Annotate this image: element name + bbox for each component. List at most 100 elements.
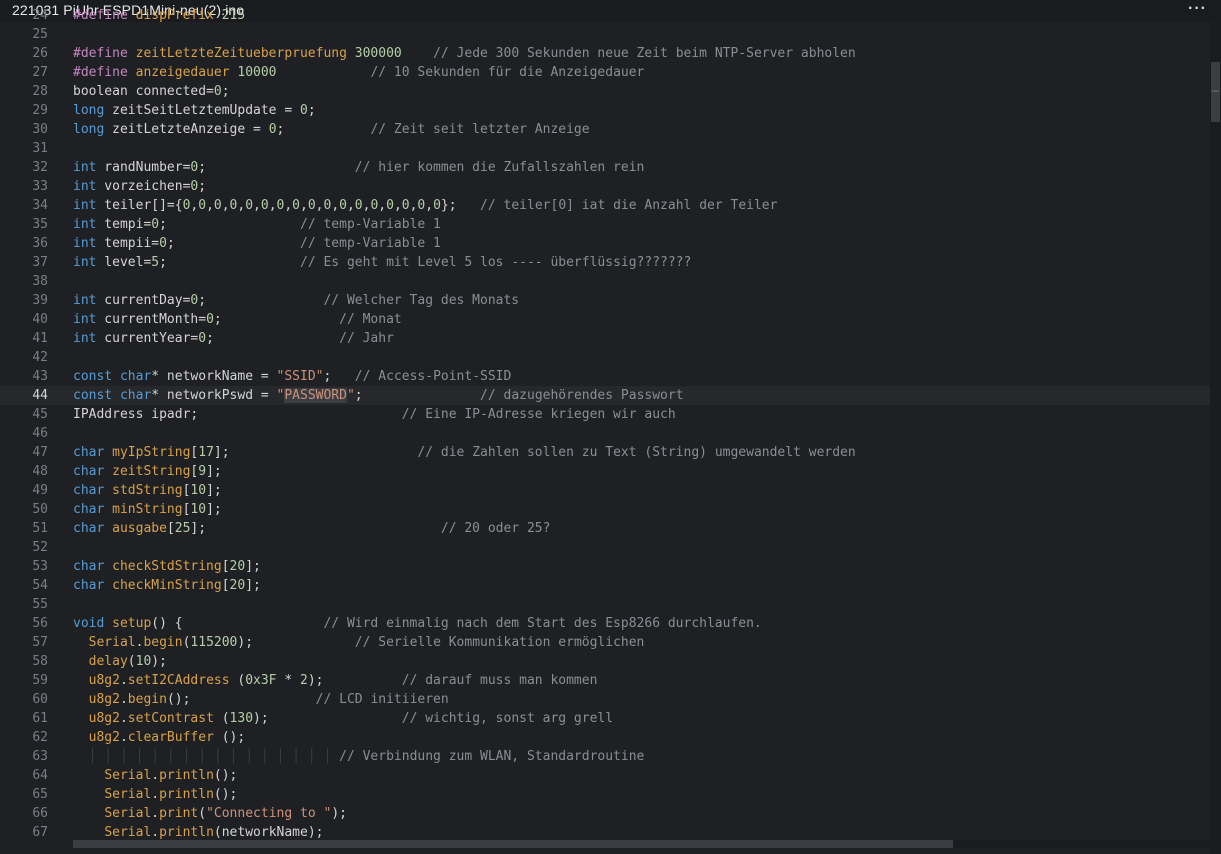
code-line[interactable]: 26 #define zeitLetzteZeitueberpruefung 30… (0, 44, 1210, 63)
vertical-scrollbar[interactable] (1210, 22, 1221, 854)
line-number: 53 (32, 559, 48, 574)
line-number: 49 (32, 483, 48, 498)
code-line[interactable]: 56 void setup() { // Wird einmalig nach d… (0, 614, 1210, 633)
code-line[interactable]: 53 char checkStdString[20]; (0, 557, 1210, 576)
code-text[interactable]: u8g2.begin(); // LCD initiieren (73, 690, 449, 709)
code-text[interactable]: delay(10); (73, 652, 167, 671)
code-text[interactable]: Serial.println(); (73, 785, 237, 804)
code-text[interactable]: boolean connected=0; (73, 82, 230, 101)
code-line[interactable]: 45 IPAddress ipadr; // Eine IP-Adresse kr… (0, 405, 1210, 424)
code-line[interactable]: 41 int currentYear=0; // Jahr (0, 329, 1210, 348)
code-text[interactable]: Serial.begin(115200); // Serielle Kommun… (73, 633, 645, 652)
code-text[interactable]: u8g2.setI2CAddress (0x3F * 2); // darauf… (73, 671, 598, 690)
code-text[interactable]: const char* networkPswd = "PASSWORD"; //… (73, 386, 684, 405)
code-line[interactable]: 37 int level=5; // Es geht mit Level 5 lo… (0, 253, 1210, 272)
code-text[interactable]: │ │ │ │ │ │ │ │ │ │ │ │ │ │ │ │ // Verbi… (73, 747, 645, 766)
code-line[interactable]: 32 int randNumber=0; // hier kommen die Z… (0, 158, 1210, 177)
code-line[interactable]: 58 delay(10); (0, 652, 1210, 671)
code-text[interactable]: IPAddress ipadr; // Eine IP-Adresse krie… (73, 405, 676, 424)
code-text[interactable]: int tempi=0; // temp-Variable 1 (73, 215, 441, 234)
code-line[interactable]: 36 int tempii=0; // temp-Variable 1 (0, 234, 1210, 253)
line-number: 46 (32, 426, 48, 441)
line-number: 38 (32, 274, 48, 289)
code-text[interactable]: Serial.print("Connecting to "); (73, 804, 347, 823)
code-line[interactable]: 60 u8g2.begin(); // LCD initiieren (0, 690, 1210, 709)
line-number: 67 (32, 825, 48, 840)
code-text[interactable]: int randNumber=0; // hier kommen die Zuf… (73, 158, 644, 177)
code-line[interactable]: 49 char stdString[10]; (0, 481, 1210, 500)
code-text[interactable]: char minString[10]; (73, 500, 222, 519)
code-text[interactable]: #define anzeigedauer 10000 // 10 Sekunde… (73, 63, 644, 82)
code-line[interactable]: 62 u8g2.clearBuffer (); (0, 728, 1210, 747)
code-line[interactable]: 64 Serial.println(); (0, 766, 1210, 785)
code-line[interactable]: 33 int vorzeichen=0; (0, 177, 1210, 196)
code-text[interactable]: const char* networkName = "SSID"; // Acc… (73, 367, 511, 386)
code-text[interactable]: int vorzeichen=0; (73, 177, 206, 196)
code-text[interactable]: #define dispPrefix 215 (73, 6, 245, 25)
code-text[interactable]: long zeitLetzteAnzeige = 0; // Zeit seit… (73, 120, 590, 139)
line-number: 42 (32, 350, 48, 365)
line-number: 58 (32, 654, 48, 669)
line-number: 25 (32, 27, 48, 42)
code-line[interactable]: 65 Serial.println(); (0, 785, 1210, 804)
line-number: 45 (32, 407, 48, 422)
vertical-scrollbar-thumb[interactable] (1211, 62, 1220, 122)
code-text[interactable]: int currentYear=0; // Jahr (73, 329, 394, 348)
code-line[interactable]: 40 int currentMonth=0; // Monat (0, 310, 1210, 329)
code-line[interactable]: 59 u8g2.setI2CAddress (0x3F * 2); // dar… (0, 671, 1210, 690)
code-line[interactable]: 52 (0, 538, 1210, 557)
code-text[interactable]: u8g2.clearBuffer (); (73, 728, 246, 747)
code-line[interactable]: 55 (0, 595, 1210, 614)
code-text[interactable]: void setup() { // Wird einmalig nach dem… (73, 614, 762, 633)
line-number: 47 (32, 445, 48, 460)
code-text[interactable]: int level=5; // Es geht mit Level 5 los … (73, 253, 691, 272)
code-text[interactable]: char checkStdString[20]; (73, 557, 261, 576)
code-line[interactable]: 47 char myIpString[17]; // die Zahlen sol… (0, 443, 1210, 462)
code-text[interactable]: int tempii=0; // temp-Variable 1 (73, 234, 441, 253)
code-line[interactable]: 35 int tempi=0; // temp-Variable 1 (0, 215, 1210, 234)
code-text[interactable]: char stdString[10]; (73, 481, 222, 500)
code-line[interactable]: 39 int currentDay=0; // Welcher Tag des M… (0, 291, 1210, 310)
code-text[interactable]: #define zeitLetzteZeitueberpruefung 3000… (73, 44, 856, 63)
code-line[interactable]: 51 char ausgabe[25]; // 20 oder 25? (0, 519, 1210, 538)
code-line[interactable]: 28 boolean connected=0; (0, 82, 1210, 101)
code-line[interactable]: 43 const char* networkName = "SSID"; // A… (0, 367, 1210, 386)
code-text[interactable]: int currentMonth=0; // Monat (73, 310, 402, 329)
code-line[interactable]: 25 (0, 25, 1210, 44)
code-line[interactable]: 61 u8g2.setContrast (130); // wichtig, s… (0, 709, 1210, 728)
code-text[interactable]: u8g2.setContrast (130); // wichtig, sons… (73, 709, 613, 728)
code-text[interactable]: char myIpString[17]; // die Zahlen solle… (73, 443, 856, 462)
line-number: 65 (32, 787, 48, 802)
code-editor[interactable]: 24 #define dispPrefix 215 25 26 #define zeit… (0, 8, 1210, 854)
code-text[interactable]: Serial.println(); (73, 766, 237, 785)
code-line[interactable]: 34 int teiler[]={0,0,0,0,0,0,0,0,0,0,0,0,… (0, 196, 1210, 215)
code-line[interactable]: 44 const char* networkPswd = "PASSWORD"; … (0, 386, 1210, 405)
code-text[interactable]: int currentDay=0; // Welcher Tag des Mon… (73, 291, 519, 310)
code-line[interactable]: 50 char minString[10]; (0, 500, 1210, 519)
line-number: 30 (32, 122, 48, 137)
code-line[interactable]: 57 Serial.begin(115200); // Serielle Kom… (0, 633, 1210, 652)
line-number: 64 (32, 768, 48, 783)
code-line[interactable]: 27 #define anzeigedauer 10000 // 10 Sekun… (0, 63, 1210, 82)
code-line[interactable]: 46 (0, 424, 1210, 443)
code-line[interactable]: 63 │ │ │ │ │ │ │ │ │ │ │ │ │ │ │ │ // Ve… (0, 747, 1210, 766)
code-line[interactable]: 54 char checkMinString[20]; (0, 576, 1210, 595)
code-text[interactable]: int teiler[]={0,0,0,0,0,0,0,0,0,0,0,0,0,… (73, 196, 777, 215)
code-line[interactable]: 48 char zeitString[9]; (0, 462, 1210, 481)
code-text[interactable]: char ausgabe[25]; // 20 oder 25? (73, 519, 550, 538)
code-line[interactable]: 29 long zeitSeitLetztemUpdate = 0; (0, 101, 1210, 120)
line-number: 29 (32, 103, 48, 118)
code-text[interactable]: char checkMinString[20]; (73, 576, 261, 595)
overview-ruler-mark (1212, 90, 1219, 92)
code-line[interactable]: 30 long zeitLetzteAnzeige = 0; // Zeit se… (0, 120, 1210, 139)
horizontal-scrollbar[interactable] (73, 840, 1211, 848)
code-line[interactable]: 31 (0, 139, 1210, 158)
horizontal-scrollbar-thumb[interactable] (73, 840, 953, 848)
code-line[interactable]: 66 Serial.print("Connecting to "); (0, 804, 1210, 823)
code-line[interactable]: 42 (0, 348, 1210, 367)
code-text[interactable]: long zeitSeitLetztemUpdate = 0; (73, 101, 316, 120)
code-line[interactable]: 24 #define dispPrefix 215 (0, 6, 1210, 25)
code-line[interactable]: 38 (0, 272, 1210, 291)
code-text[interactable]: char zeitString[9]; (73, 462, 222, 481)
line-number: 43 (32, 369, 48, 384)
